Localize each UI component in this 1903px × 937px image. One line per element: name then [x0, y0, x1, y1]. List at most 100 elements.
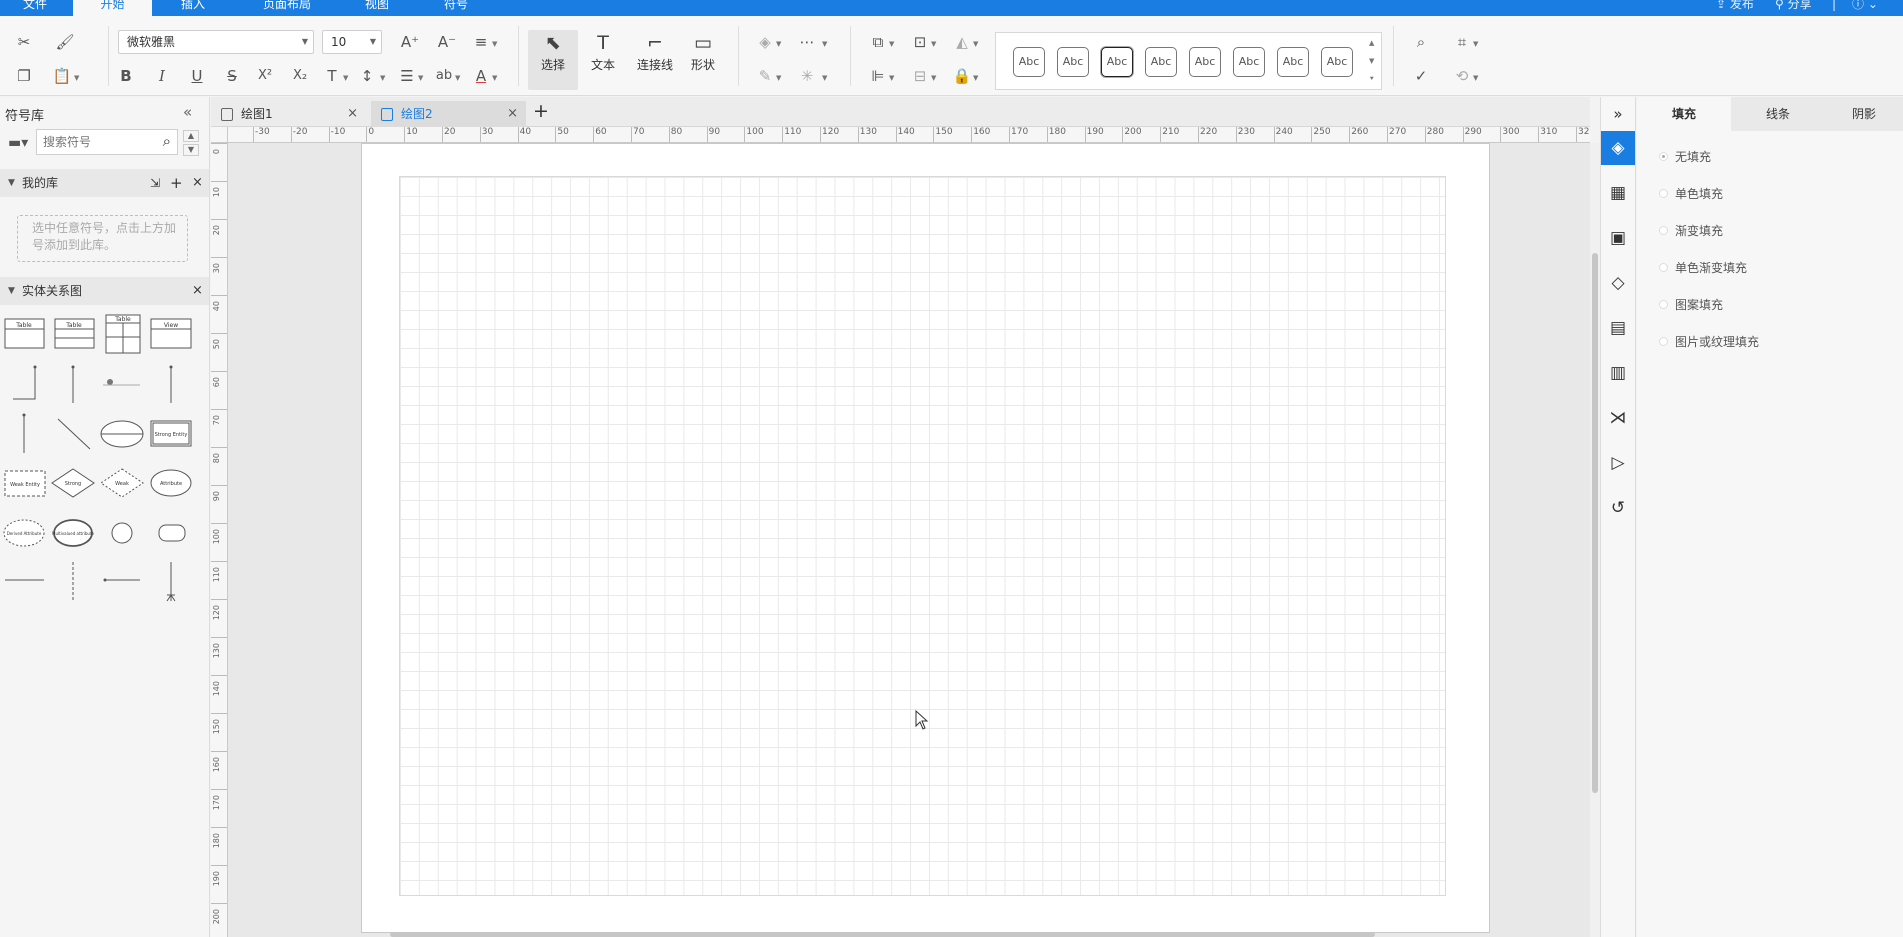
effects-icon[interactable]: ✳ — [797, 66, 817, 86]
symbol-circle[interactable] — [111, 522, 133, 544]
style-swatch[interactable]: Abc — [1233, 47, 1265, 77]
style-swatch[interactable]: Abc — [1145, 47, 1177, 77]
lock-icon[interactable]: 🔒 — [952, 66, 972, 86]
collapse-left-icon[interactable]: « — [183, 103, 192, 121]
tab-drawing-1[interactable]: 绘图1 × — [211, 101, 366, 127]
menu-symbol[interactable]: 符号 — [434, 0, 478, 16]
menu-view[interactable]: 视图 — [355, 0, 399, 16]
underline-button[interactable]: U — [187, 66, 207, 86]
symbol-elbow-connector[interactable] — [13, 365, 37, 400]
group-icon[interactable]: ⊡ — [910, 32, 930, 52]
cut-icon[interactable]: ✂ — [14, 32, 34, 52]
symbol-view[interactable]: View — [150, 318, 192, 349]
symbol-attribute[interactable]: Attribute — [150, 469, 192, 497]
tab-fill[interactable]: 填充 — [1637, 97, 1731, 131]
scrollbar-thumb[interactable] — [1592, 253, 1598, 793]
search-icon[interactable]: ⌕ — [163, 132, 171, 150]
superscript-button[interactable]: X² — [255, 66, 275, 86]
fill-option-pattern[interactable]: 图案填充 — [1659, 295, 1723, 315]
align-objects-dropdown-icon[interactable]: ▼ — [889, 74, 894, 82]
symbol-vertical-line[interactable] — [169, 365, 173, 404]
effects-dropdown-icon[interactable]: ▼ — [822, 74, 827, 82]
help-button[interactable]: ⓘ ⌄ — [1852, 0, 1878, 13]
menu-insert[interactable]: 插入 — [168, 0, 218, 16]
symbol-vertical-connector[interactable] — [71, 365, 75, 404]
font-size-select[interactable]: 10 ▼ — [322, 30, 382, 54]
connector-tool-button[interactable]: ⌐ 连接线 — [628, 30, 682, 90]
symbol-rounded-rect[interactable] — [158, 524, 186, 542]
style-swatch[interactable]: Abc — [1277, 47, 1309, 77]
italic-button[interactable]: I — [152, 66, 172, 86]
canvas-area[interactable] — [228, 143, 1590, 937]
tab-drawing-2[interactable]: 绘图2 × — [371, 101, 526, 127]
fill-option-picture[interactable]: 图片或纹理填充 — [1659, 332, 1759, 352]
symbol-strong-entity[interactable]: Strong Entity — [150, 420, 192, 447]
style-swatch[interactable]: Abc — [1013, 47, 1045, 77]
publish-button[interactable]: ⇪ 发布 — [1716, 0, 1754, 13]
find-replace-icon[interactable]: ⌕ — [1411, 32, 1431, 52]
add-tab-button[interactable]: + — [533, 100, 549, 122]
format-painter-icon[interactable]: 🖌 — [55, 32, 75, 52]
scroll-down-icon[interactable]: ▼ — [183, 144, 199, 156]
close-icon[interactable]: × — [192, 169, 203, 197]
tab-line[interactable]: 线条 — [1731, 97, 1825, 131]
align-dropdown-icon[interactable]: ▼ — [492, 40, 497, 48]
horizontal-scrollbar-thumb[interactable] — [390, 932, 1375, 937]
text-tool-button[interactable]: T 文本 — [578, 30, 628, 90]
data-icon[interactable]: ▥ — [1601, 356, 1635, 390]
replace-shape-dropdown-icon[interactable]: ▼ — [1473, 74, 1478, 82]
line-spacing-dropdown-icon[interactable]: ▼ — [380, 74, 385, 82]
symbol-weak-relationship[interactable]: Weak — [100, 468, 144, 498]
share-button[interactable]: ⚲ 分享 — [1775, 0, 1812, 13]
fill-option-solid[interactable]: 单色填充 — [1659, 184, 1723, 204]
close-tab-icon[interactable]: × — [347, 101, 358, 127]
symbol-diagonal-line[interactable] — [57, 418, 91, 450]
tab-shadow[interactable]: 阴影 — [1825, 97, 1903, 131]
paste-dropdown-icon[interactable]: ▼ — [74, 74, 79, 82]
select-tool-button[interactable]: ⬉ 选择 — [528, 30, 578, 90]
flip-icon[interactable]: ◭ — [952, 32, 972, 52]
layers-icon[interactable]: ◇ — [1601, 266, 1635, 300]
close-icon[interactable]: × — [192, 277, 203, 305]
style-swatch[interactable]: Abc — [1189, 47, 1221, 77]
history-icon[interactable]: ↺ — [1601, 491, 1635, 525]
fill-color-icon[interactable]: ◈ — [755, 32, 775, 52]
library-menu-icon[interactable]: ▬▾ — [8, 135, 28, 151]
symbol-relationship-line[interactable] — [103, 379, 140, 386]
mindmap-icon[interactable]: ⋊ — [1601, 401, 1635, 435]
bold-button[interactable]: B — [116, 66, 136, 86]
text-style-button[interactable]: T — [322, 66, 342, 86]
fill-option-gradient[interactable]: 渐变填充 — [1659, 221, 1723, 241]
distribute-icon[interactable]: ⊟ — [910, 66, 930, 86]
fill-option-none[interactable]: 无填充 — [1659, 147, 1711, 167]
text-case-button[interactable]: ab — [434, 66, 454, 86]
text-case-dropdown-icon[interactable]: ▼ — [455, 74, 460, 82]
er-library-header[interactable]: ▼ 实体关系图 × — [0, 277, 209, 305]
shape-tool-button[interactable]: ▭ 形状 — [678, 30, 728, 90]
line-style-icon[interactable]: ⋯ — [797, 32, 817, 52]
symbol-derived-attribute[interactable]: Derived Attribute — [3, 519, 45, 547]
symbol-strong-relationship[interactable]: Strong — [51, 468, 95, 498]
spell-check-icon[interactable]: ✓ — [1411, 66, 1431, 86]
import-icon[interactable]: ⇲ — [150, 169, 160, 197]
style-swatch[interactable]: Abc — [1101, 47, 1133, 77]
bring-front-icon[interactable]: ⧉ — [868, 32, 888, 52]
flip-dropdown-icon[interactable]: ▼ — [973, 40, 978, 48]
symbol-table[interactable]: Table — [54, 318, 95, 349]
group-dropdown-icon[interactable]: ▼ — [931, 40, 936, 48]
replace-shape-icon[interactable]: ⟲ — [1452, 66, 1472, 86]
close-tab-icon[interactable]: × — [507, 101, 518, 127]
gallery-up-icon[interactable]: ▲ — [1369, 39, 1374, 47]
symbol-search-input[interactable] — [43, 133, 151, 151]
distribute-dropdown-icon[interactable]: ▼ — [931, 74, 936, 82]
align-icon[interactable]: ≡ — [471, 32, 491, 52]
bring-front-dropdown-icon[interactable]: ▼ — [889, 40, 894, 48]
line-style-dropdown-icon[interactable]: ▼ — [822, 40, 827, 48]
gallery-down-icon[interactable]: ▼ — [1369, 57, 1374, 65]
add-icon[interactable]: + — [170, 169, 183, 197]
menu-page-layout[interactable]: 页面布局 — [252, 0, 322, 16]
symbol-table[interactable]: Table — [4, 318, 45, 349]
symbol-crowfoot-line[interactable] — [166, 562, 176, 602]
fill-option-single-gradient[interactable]: 单色渐变填充 — [1659, 258, 1747, 278]
grid-icon[interactable]: ▦ — [1601, 176, 1635, 210]
